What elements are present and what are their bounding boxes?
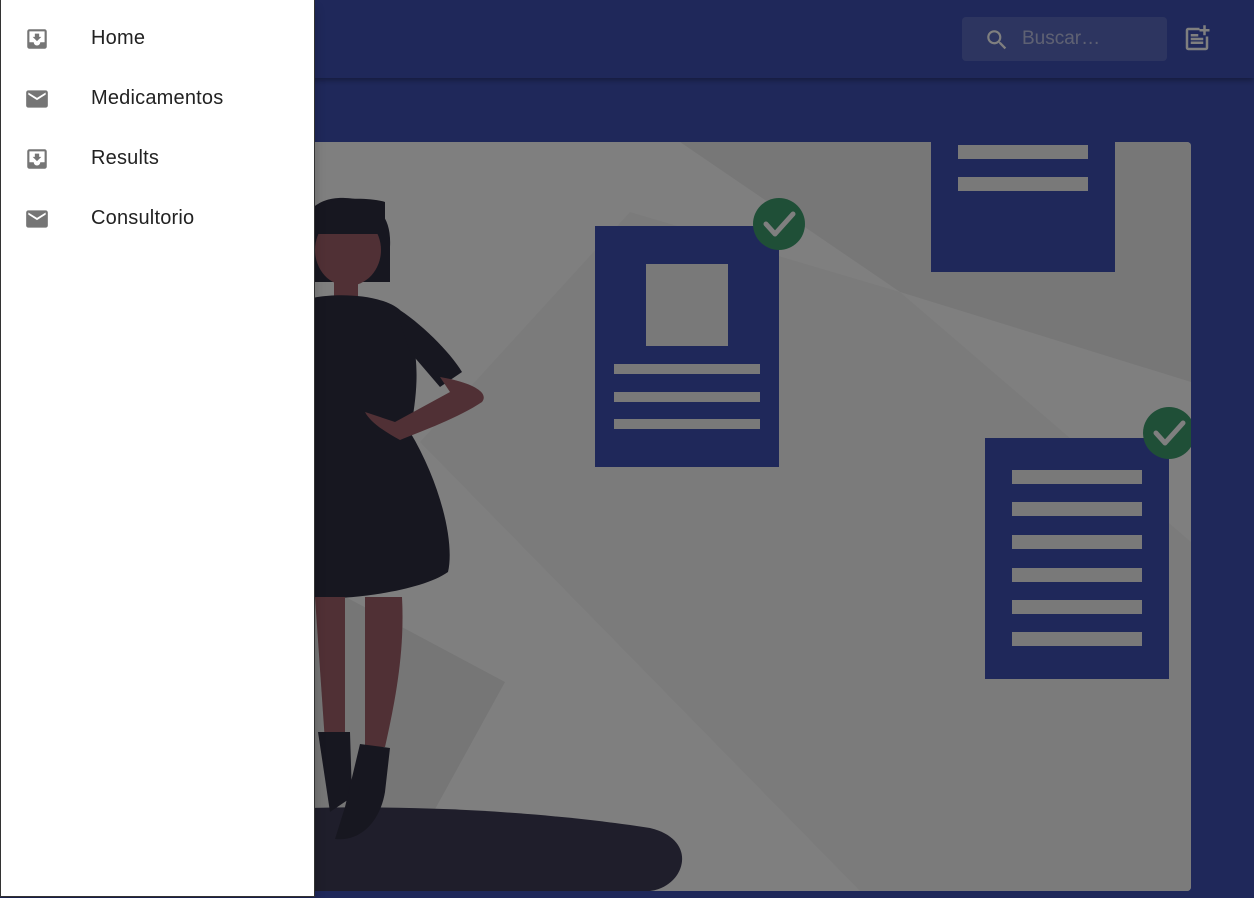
nav-item-consultorio[interactable]: Consultorio [1, 189, 314, 249]
inbox-icon [27, 29, 47, 49]
mail-icon [26, 210, 48, 228]
nav-item-label: Consultorio [91, 207, 195, 229]
navigation-drawer: Home Medicamentos Results Consultorio [0, 0, 315, 897]
nav-item-label: Results [91, 147, 160, 169]
nav-item-results[interactable]: Results [1, 129, 314, 189]
nav-item-medicamentos[interactable]: Medicamentos [1, 69, 314, 129]
nav-item-label: Medicamentos [91, 87, 224, 109]
inbox-icon [27, 149, 47, 169]
mail-icon [26, 90, 48, 108]
nav-item-home[interactable]: Home [1, 9, 314, 69]
nav-item-label: Home [91, 27, 146, 49]
